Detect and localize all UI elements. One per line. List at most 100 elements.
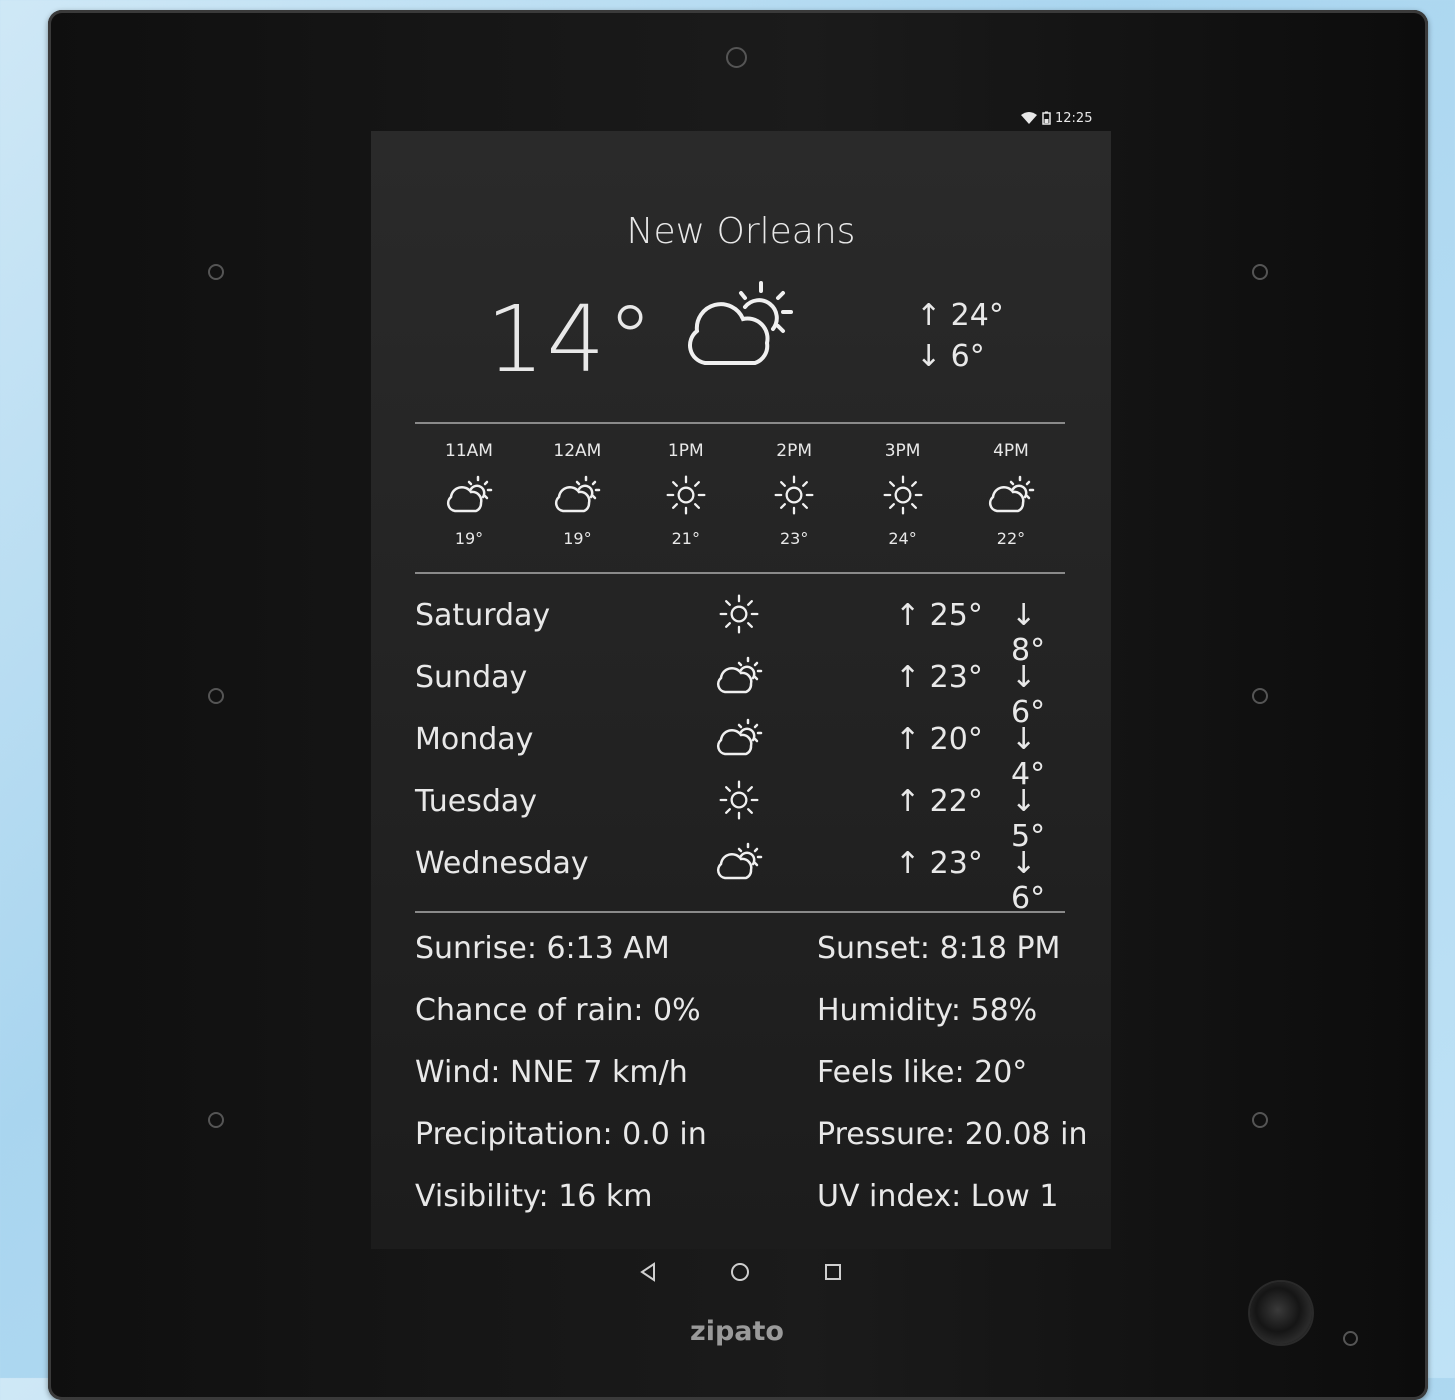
hour-icon bbox=[632, 467, 740, 523]
divider bbox=[415, 572, 1065, 574]
today-high-low: ↑ 24° ↓ 6° bbox=[916, 295, 1004, 377]
day-name: Tuesday bbox=[415, 784, 538, 819]
day-high: ↑ 25° bbox=[895, 598, 983, 633]
hour-label: 3PM bbox=[884, 441, 921, 461]
hourly-item: 3PM 24° bbox=[849, 441, 957, 548]
hour-label: 11AM bbox=[445, 441, 493, 461]
sun-icon bbox=[719, 780, 759, 820]
hourly-item: 4PM 22° bbox=[957, 441, 1065, 548]
cloud-sun-icon bbox=[988, 475, 1035, 513]
daily-row: Tuesday ↑ 22° ↓ 5° bbox=[415, 772, 1071, 854]
hourly-item: 1PM 21° bbox=[632, 441, 740, 548]
precipitation-text: Precipitation: 0.0 in bbox=[415, 1117, 707, 1152]
hourly-item: 2PM 23° bbox=[740, 441, 848, 548]
hour-temp: 24° bbox=[888, 529, 917, 548]
details-row: Chance of rain: 0% Humidity: 58% bbox=[415, 988, 1115, 1050]
cloud-sun-icon bbox=[446, 475, 493, 513]
details-row: Sunrise: 6:13 AM Sunset: 8:18 PM bbox=[415, 926, 1115, 988]
daily-row: Saturday ↑ 25° ↓ 8° bbox=[415, 586, 1071, 668]
front-camera-icon bbox=[726, 47, 747, 68]
day-high: ↑ 20° bbox=[895, 722, 983, 757]
divider bbox=[415, 911, 1065, 913]
hour-icon bbox=[849, 467, 957, 523]
uv-index-text: UV index: Low 1 bbox=[817, 1179, 1059, 1214]
hour-temp: 21° bbox=[671, 529, 700, 548]
hour-label: 4PM bbox=[993, 441, 1029, 461]
hour-temp: 19° bbox=[563, 529, 592, 548]
hour-icon bbox=[740, 467, 848, 523]
hourly-item: 12AM 19° bbox=[523, 441, 631, 548]
back-icon[interactable] bbox=[640, 1262, 655, 1282]
day-low: ↓ 6° bbox=[1011, 846, 1046, 916]
hour-icon bbox=[523, 467, 631, 523]
cloud-sun-icon bbox=[716, 718, 763, 756]
hour-temp: 22° bbox=[996, 529, 1026, 548]
recents-icon[interactable] bbox=[825, 1264, 841, 1280]
hourly-forecast: 11AM 19° 12AM 19° 1PM 21° 2PM 23° 3PM 24° 4PM… bbox=[415, 441, 1065, 548]
hour-label: 2PM bbox=[776, 441, 813, 461]
daily-forecast: Saturday ↑ 25° ↓ 8° Sunday ↑ 23° ↓ 6° Mond… bbox=[415, 586, 1071, 916]
day-name: Saturday bbox=[415, 598, 551, 633]
divider bbox=[415, 422, 1065, 424]
cloud-sun-icon bbox=[716, 656, 763, 694]
today-low: ↓ 6° bbox=[916, 339, 985, 374]
day-icon bbox=[715, 654, 765, 698]
wifi-icon bbox=[1021, 112, 1037, 124]
sunrise-text: Sunrise: 6:13 AM bbox=[415, 931, 670, 966]
brand-logo: zipato bbox=[690, 1316, 784, 1347]
sun-icon bbox=[883, 475, 923, 515]
mount-hole-icon bbox=[208, 688, 224, 704]
details-row: Visibility: 16 km UV index: Low 1 bbox=[415, 1174, 1115, 1236]
wind-text: Wind: NNE 7 km/h bbox=[415, 1055, 688, 1090]
day-name: Wednesday bbox=[415, 846, 589, 881]
mount-hole-icon bbox=[1252, 264, 1268, 280]
sunset-text: Sunset: 8:18 PM bbox=[817, 931, 1061, 966]
cloud-sun-icon bbox=[716, 842, 763, 880]
battery-icon bbox=[1042, 111, 1051, 125]
mount-hole-icon bbox=[1252, 1112, 1268, 1128]
mount-hole-icon bbox=[1252, 688, 1268, 704]
hour-label: 1PM bbox=[667, 441, 704, 461]
sun-icon bbox=[666, 475, 706, 515]
hour-label: 12AM bbox=[553, 441, 602, 461]
hour-icon bbox=[415, 467, 523, 523]
status-bar: 12:25 bbox=[1020, 108, 1110, 128]
day-icon bbox=[715, 840, 765, 884]
daily-row: Monday ↑ 20° ↓ 4° bbox=[415, 710, 1071, 792]
current-temperature: 14° bbox=[486, 286, 656, 393]
home-knob-button[interactable] bbox=[1250, 1282, 1312, 1344]
day-high: ↑ 23° bbox=[895, 846, 983, 881]
feels-like-text: Feels like: 20° bbox=[817, 1055, 1028, 1090]
rain-chance-text: Chance of rain: 0% bbox=[415, 993, 701, 1028]
day-icon bbox=[715, 592, 765, 636]
day-icon bbox=[715, 716, 765, 760]
pressure-text: Pressure: 20.08 in bbox=[817, 1117, 1088, 1152]
sun-icon bbox=[774, 475, 814, 515]
daily-row: Wednesday ↑ 23° ↓ 6° bbox=[415, 834, 1071, 916]
today-high: ↑ 24° bbox=[916, 298, 1004, 333]
mount-hole-icon bbox=[208, 1112, 224, 1128]
weather-details: Sunrise: 6:13 AM Sunset: 8:18 PM Chance … bbox=[415, 926, 1115, 1236]
cloud-sun-icon bbox=[688, 281, 793, 365]
indicator-light-icon bbox=[1343, 1331, 1358, 1346]
day-name: Sunday bbox=[415, 660, 528, 695]
details-row: Precipitation: 0.0 in Pressure: 20.08 in bbox=[415, 1112, 1115, 1174]
hour-icon bbox=[957, 467, 1065, 523]
humidity-text: Humidity: 58% bbox=[817, 993, 1038, 1028]
hour-temp: 23° bbox=[779, 529, 809, 548]
day-icon bbox=[715, 778, 765, 822]
weather-screen: New Orleans 14° ↑ 24° ↓ 6° 11AM 19° 12AM … bbox=[371, 131, 1111, 1249]
status-time: 12:25 bbox=[1055, 110, 1093, 126]
hour-temp: 19° bbox=[454, 529, 484, 548]
city-name: New Orleans bbox=[626, 211, 856, 252]
daily-row: Sunday ↑ 23° ↓ 6° bbox=[415, 648, 1071, 730]
day-high: ↑ 22° bbox=[895, 784, 983, 819]
navigation-bar bbox=[640, 1262, 841, 1282]
cloud-sun-icon bbox=[555, 475, 601, 513]
home-icon[interactable] bbox=[731, 1263, 749, 1281]
sun-icon bbox=[719, 594, 759, 634]
details-row: Wind: NNE 7 km/h Feels like: 20° bbox=[415, 1050, 1115, 1112]
day-high: ↑ 23° bbox=[895, 660, 983, 695]
visibility-text: Visibility: 16 km bbox=[415, 1179, 653, 1214]
mount-hole-icon bbox=[208, 264, 224, 280]
